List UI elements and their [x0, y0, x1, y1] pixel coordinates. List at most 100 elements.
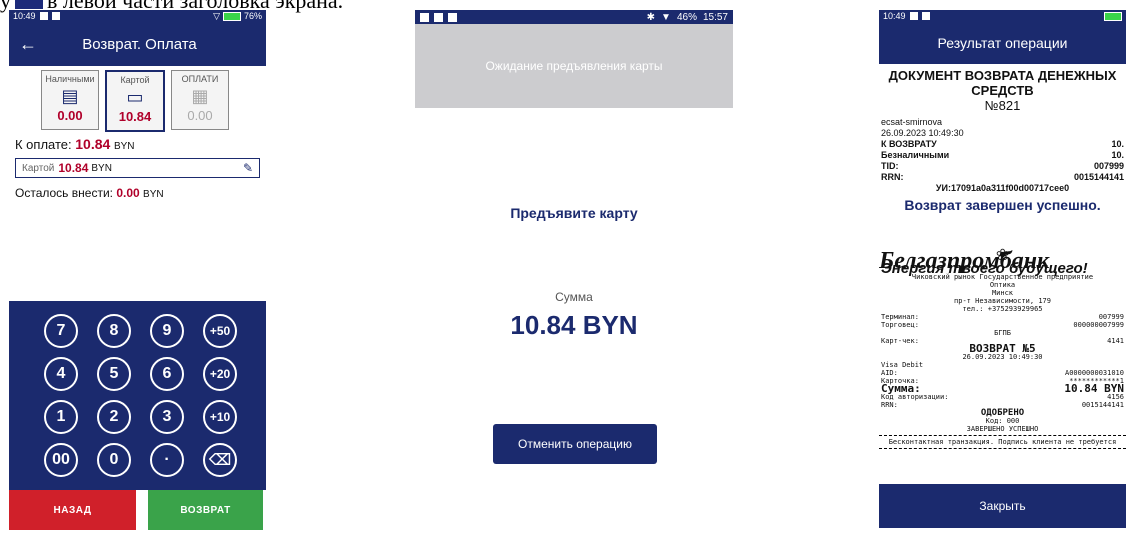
key-9[interactable]: 9 — [150, 314, 184, 348]
divider — [879, 448, 1126, 449]
caption-icon — [15, 0, 43, 9]
slip-phone: тел.: +375293929965 — [962, 305, 1043, 313]
qr-icon: ▦ — [191, 86, 209, 106]
key-plus-10[interactable]: +10 — [203, 400, 237, 434]
battery-level: 76% — [243, 11, 262, 21]
document-title: ДОКУМЕНТ ВОЗВРАТА ДЕНЕЖНЫХ СРЕДСТВ — [888, 68, 1117, 98]
slip-label: Торговец: — [881, 321, 919, 329]
status-time: 10:49 — [13, 11, 36, 21]
line-value: 10. — [1111, 139, 1124, 149]
line-value: 0015144141 — [1073, 172, 1124, 182]
key-7[interactable]: 7 — [44, 314, 78, 348]
notification-icon — [921, 12, 930, 20]
slip-value: 007999 — [1098, 313, 1124, 321]
slip-row: AID: A0000000031010 — [879, 369, 1126, 377]
method-value: 0.00 — [187, 108, 213, 123]
app-bar: Результат операции — [879, 22, 1126, 64]
close-button[interactable]: Закрыть — [879, 484, 1126, 528]
key-6[interactable]: 6 — [150, 357, 184, 391]
key-4[interactable]: 4 — [44, 357, 78, 391]
slip-bank: БГПБ — [994, 329, 1011, 337]
sum-value: 10.84 BYN — [510, 310, 638, 340]
method-oplati[interactable]: ОПЛАТИ ▦ 0.00 — [171, 70, 229, 130]
key-plus-20[interactable]: +20 — [203, 357, 237, 391]
method-card[interactable]: Картой ▭ 10.84 — [105, 70, 165, 132]
line-label: TID: — [881, 161, 899, 171]
remaining-value: 0.00 — [116, 186, 140, 200]
success-message: Возврат завершен успешно. — [904, 197, 1101, 213]
slip-value: A0000000031010 — [1064, 369, 1124, 377]
status-time: 15:57 — [702, 11, 728, 23]
back-arrow-icon[interactable]: ← — [19, 34, 49, 55]
method-cash[interactable]: Наличными ▤ 0.00 — [41, 70, 99, 130]
bank-slip: ❀ Белгазпромбанк Энергия твоего будущего… — [879, 243, 1126, 483]
notification-icon — [909, 12, 918, 20]
document-datetime: 26.09.2023 10:49:30 — [881, 128, 964, 138]
remaining-label: Осталось внести: — [15, 186, 113, 200]
slip-label: Карт-чек: — [881, 337, 919, 345]
key-5[interactable]: 5 — [97, 357, 131, 391]
to-pay-value: 10.84 — [75, 136, 111, 152]
slip-value: 4156 — [1107, 393, 1124, 401]
currency: BYN — [91, 162, 112, 174]
method-label: ОПЛАТИ — [181, 74, 219, 84]
bank-slogan: Энергия твоего будущего! — [881, 260, 1088, 277]
slip-label: Сумма: — [881, 382, 921, 395]
key-00[interactable]: 00 — [44, 443, 78, 477]
line-value: 10. — [1111, 150, 1124, 160]
key-2[interactable]: 2 — [97, 400, 131, 434]
slip-datetime: 26.09.2023 10:49:30 — [962, 353, 1043, 361]
page-title: Возврат. Оплата — [82, 35, 197, 53]
key-3[interactable]: 3 — [150, 400, 184, 434]
line-label: К ВОЗВРАТУ — [881, 139, 937, 149]
payment-methods: Наличными ▤ 0.00 Картой ▭ 10.84 ОПЛАТИ ▦… — [9, 66, 266, 132]
slip-done: ЗАВЕРШЕНО УСПЕШНО — [966, 425, 1039, 433]
refund-document: ДОКУМЕНТ ВОЗВРАТА ДЕНЕЖНЫХ СРЕДСТВ №821 … — [879, 68, 1126, 213]
key-0[interactable]: 0 — [97, 443, 131, 477]
key-plus-50[interactable]: +50 — [203, 314, 237, 348]
status-bar: ✱ ▼ 46% 15:57 — [415, 10, 733, 24]
slip-org: Чиковский рынок Государственное предприя… — [911, 273, 1094, 281]
edit-pencil-icon[interactable]: ✎ — [243, 161, 253, 175]
card-row-value: 10.84 — [58, 161, 89, 175]
receipt-line: RRN: 0015144141 — [879, 172, 1126, 183]
key-1[interactable]: 1 — [44, 400, 78, 434]
status-time: 10:49 — [883, 11, 906, 21]
slip-label: Код авторизации: — [881, 393, 949, 401]
slip-value: 000000007999 — [1073, 321, 1124, 329]
slip-row: Visa Debit — [879, 361, 1126, 369]
slip-code: Код: 000 — [985, 417, 1020, 425]
notification-icon — [51, 12, 60, 20]
return-button[interactable]: ВОЗВРАТ — [148, 490, 263, 530]
currency: BYN — [143, 189, 164, 200]
backspace-icon[interactable]: ⌫ — [203, 443, 237, 477]
slip-value: 4141 — [1107, 337, 1124, 345]
user-name: ecsat-smirnova — [881, 117, 943, 127]
slip-row: Торговец: 000000007999 — [879, 321, 1126, 329]
transaction-uid: УИ:17091a0a311f00d00717cee0 — [935, 183, 1070, 193]
image-icon — [420, 12, 429, 22]
document-number: №821 — [984, 98, 1021, 113]
present-card-text: Предъявите карту — [510, 205, 638, 221]
waiting-header: Ожидание предъявления карты — [415, 24, 733, 108]
key-dot[interactable]: · — [150, 443, 184, 477]
refund-payment-screen: 10:49 ▽ 76% ← Возврат. Оплата Наличными … — [9, 10, 266, 534]
wifi-icon: ▼ — [661, 11, 671, 23]
key-8[interactable]: 8 — [97, 314, 131, 348]
bluetooth-icon: ✱ — [646, 11, 656, 23]
slip-card-type: Visa Debit — [881, 361, 924, 369]
card-wait-screen: ✱ ▼ 46% 15:57 Ожидание предъявления карт… — [415, 10, 733, 465]
receipt-line: К ВОЗВРАТУ 10. — [879, 139, 1126, 150]
lock-icon — [434, 12, 443, 22]
cash-icon: ▤ — [61, 86, 79, 106]
card-payment-row[interactable]: Картой 10.84 BYN ✎ — [15, 158, 260, 178]
back-button[interactable]: НАЗАД — [9, 490, 136, 530]
method-value: 10.84 — [118, 109, 152, 124]
battery-level: 46% — [676, 11, 697, 23]
cancel-operation-button[interactable]: Отменить операцию — [493, 424, 657, 464]
slip-value: 10.84 BYN — [1064, 382, 1124, 395]
slip-label: AID: — [881, 369, 898, 377]
status-bar: 10:49 ▽ 76% — [9, 10, 266, 22]
notification-icon — [39, 12, 48, 20]
sum-label: Сумма — [555, 290, 593, 304]
